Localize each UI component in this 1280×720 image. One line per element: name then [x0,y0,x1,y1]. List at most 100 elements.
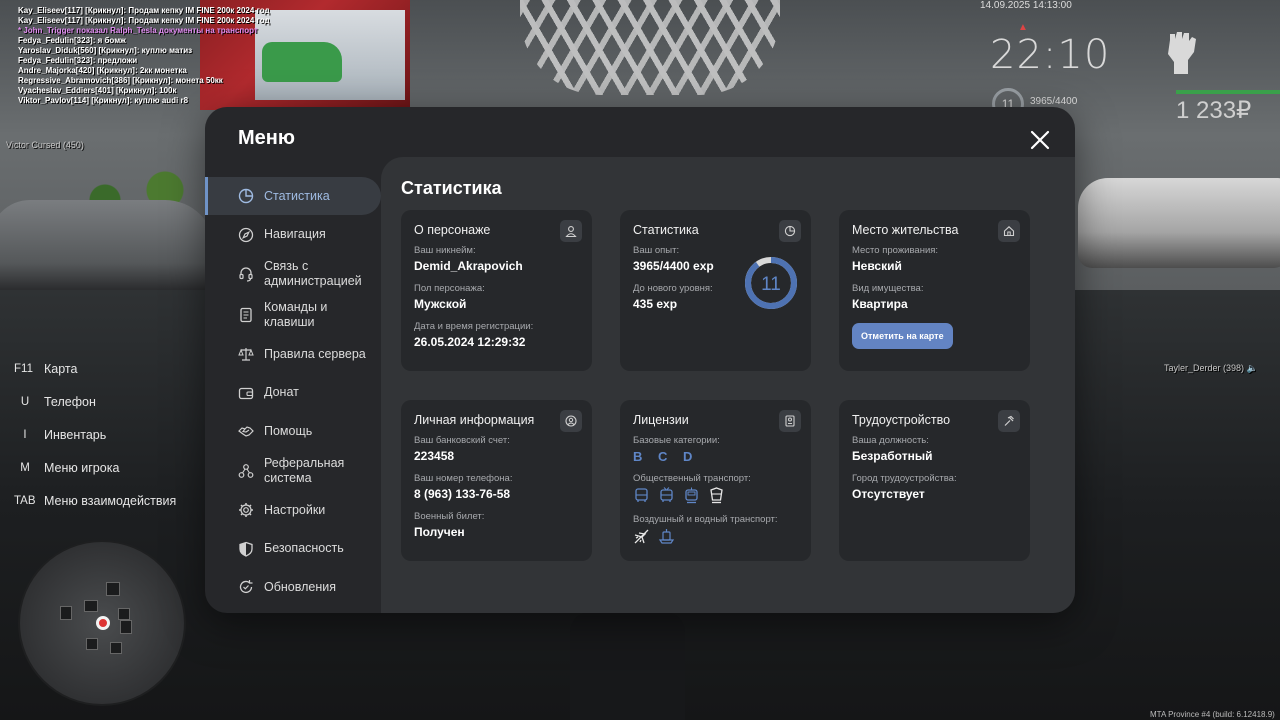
military-id-value: Получен [414,525,465,539]
chat-line: Fedya_Fedulin[323]: предложи [18,56,138,65]
field-label: Ваш никнейм: [414,245,476,256]
card-licenses: Лицензии Базовые категории: B C D Общест… [620,400,811,561]
sidebar-item-navigation[interactable]: Навигация [205,216,381,254]
sidebar-item-rules[interactable]: Правила сервера [205,335,381,373]
lattice-structure [520,0,780,95]
hud-date: 14.09.2025 14:13:00 [980,0,1072,11]
card-title: О персонаже [414,223,491,237]
field-label: Ваш банковский счет: [414,435,510,446]
player-character [570,612,685,720]
sidebar-item-label: Навигация [264,227,326,241]
keybind-phone: U Телефон [14,385,176,418]
card-title: Трудоустройство [852,413,951,427]
train-icon [710,487,723,504]
keybind-player-menu: M Меню игрока [14,451,176,484]
job-city-value: Отсутствует [852,487,925,501]
sidebar-item-label: Статистика [264,188,330,203]
user-icon [560,220,582,242]
sidebar-item-label: Связь с администрацией [264,259,362,288]
gear-icon [239,503,253,517]
sidebar-item-settings[interactable]: Настройки [205,491,381,529]
keybind-label: Меню взаимодействия [44,493,177,508]
sidebar-item-updates[interactable]: Обновления [205,568,381,606]
airplane-icon [634,529,649,544]
job-position-value: Безработный [852,449,933,463]
chat-log: Kay_Eliseev[117] [Крикнул]: Продам кепку… [18,6,318,106]
sidebar-item-referral[interactable]: Реферальная система [205,451,381,491]
menu-title: Меню [238,127,295,149]
level-number: 11 [761,274,781,295]
field-label: Город трудоустройства: [852,473,957,484]
chat-line: Vyacheslav_Eddiers[401] [Крикнул]: 100к [18,86,177,95]
keybind-map: F11 Карта [14,352,176,385]
card-personal: Личная информация Ваш банковский счет: 2… [401,400,592,561]
close-icon[interactable] [1029,129,1051,151]
chart-pie-icon [779,220,801,242]
sidebar-item-security[interactable]: Безопасность [205,530,381,568]
chat-line: Kay_Eliseev[117] [Крикнул]: Продам кепку… [18,6,270,15]
menu-window: Меню Статистика Навигация Связь с админи… [205,107,1075,613]
field-label: Дата и время регистрации: [414,321,534,332]
field-label: Пол персонажа: [414,283,485,294]
sidebar-item-label: Безопасность [264,541,344,555]
refresh-icon [239,580,253,594]
right-car [1078,178,1280,268]
air-water-licenses [633,528,798,545]
field-label: Вид имущества: [852,283,924,294]
chat-line: Viktor_Pavlov[114] [Крикнул]: куплю audi… [18,96,189,105]
map-block [84,600,98,612]
sidebar-item-label: Донат [264,385,299,399]
speaker-icon: 🔈 [1246,363,1258,373]
sidebar-item-admin-contact[interactable]: Связь с администрацией [205,254,381,294]
registration-value: 26.05.2024 12:29:32 [414,335,526,349]
content-title: Статистика [401,178,502,198]
sidebar-item-statistics[interactable]: Статистика [205,177,381,215]
sidebar-item-label: Настройки [264,502,326,517]
chat-line: Andre_Majorka[420] [Крикнул]: 2кк монетк… [18,66,187,75]
hud-exp: 3965/4400 [1030,96,1078,107]
health-bar [1176,90,1280,94]
gender-value: Мужской [414,297,467,311]
sidebar-item-label: Помощь [264,423,313,438]
nickname-value: Demid_Akrapovich [414,259,523,273]
sidebar-item-label: Обновления [264,579,336,594]
chart-pie-icon [238,188,254,204]
card-character: О персонаже Ваш никнейм: Demid_Akrapovic… [401,210,592,371]
field-label: Общественный транспорт: [633,473,751,484]
boat-icon [658,529,675,544]
sidebar-item-commands[interactable]: Команды и клавиши [205,295,381,335]
field-label: Ваша должность: [852,435,929,446]
build-info: MTA Province #4 (build: 6.12418.9) [1150,710,1275,719]
player-nametag: Tayler_Derder (398) 🔈 [1164,363,1258,374]
content-panel: Статистика О персонаже Ваш никнейм: Demi… [381,157,1075,613]
residence-value: Невский [852,259,902,273]
card-employment: Трудоустройство Ваша должность: Безработ… [839,400,1030,561]
sidebar-item-donate[interactable]: Донат [205,374,381,412]
chat-line: Kay_Eliseev[117] [Крикнул]: Продам кепку… [18,16,270,25]
chat-line: * John_Trigger показал Ralph_Tesla докум… [18,26,258,35]
key-label: I [23,428,27,441]
keybind-label: Меню игрока [44,460,120,475]
key-label: M [20,461,30,474]
hammer-icon [998,410,1020,432]
scales-icon [238,348,254,361]
key-label: U [20,395,30,408]
home-icon [998,220,1020,242]
hud-money: 1 233₽ [1176,97,1252,124]
mark-on-map-button[interactable]: Отметить на карте [852,323,953,349]
field-label: Воздушный и водный транспорт: [633,514,778,525]
hud-clock: 22:10 [990,32,1111,78]
trolleybus-icon [660,487,673,502]
map-block [120,620,132,634]
license-categories: B C D [633,449,699,464]
field-label: Военный билет: [414,511,485,522]
sidebar-item-label: Команды и клавиши [264,299,328,329]
keybind-label: Телефон [44,394,96,409]
card-title: Личная информация [414,413,535,427]
map-block [60,606,72,620]
card-residence: Место жительства Место проживания: Невск… [839,210,1030,371]
user-circle-icon [560,410,582,432]
public-transport-licenses [633,487,798,504]
minimap[interactable] [18,540,186,706]
sidebar-item-help[interactable]: Помощь [205,412,381,450]
